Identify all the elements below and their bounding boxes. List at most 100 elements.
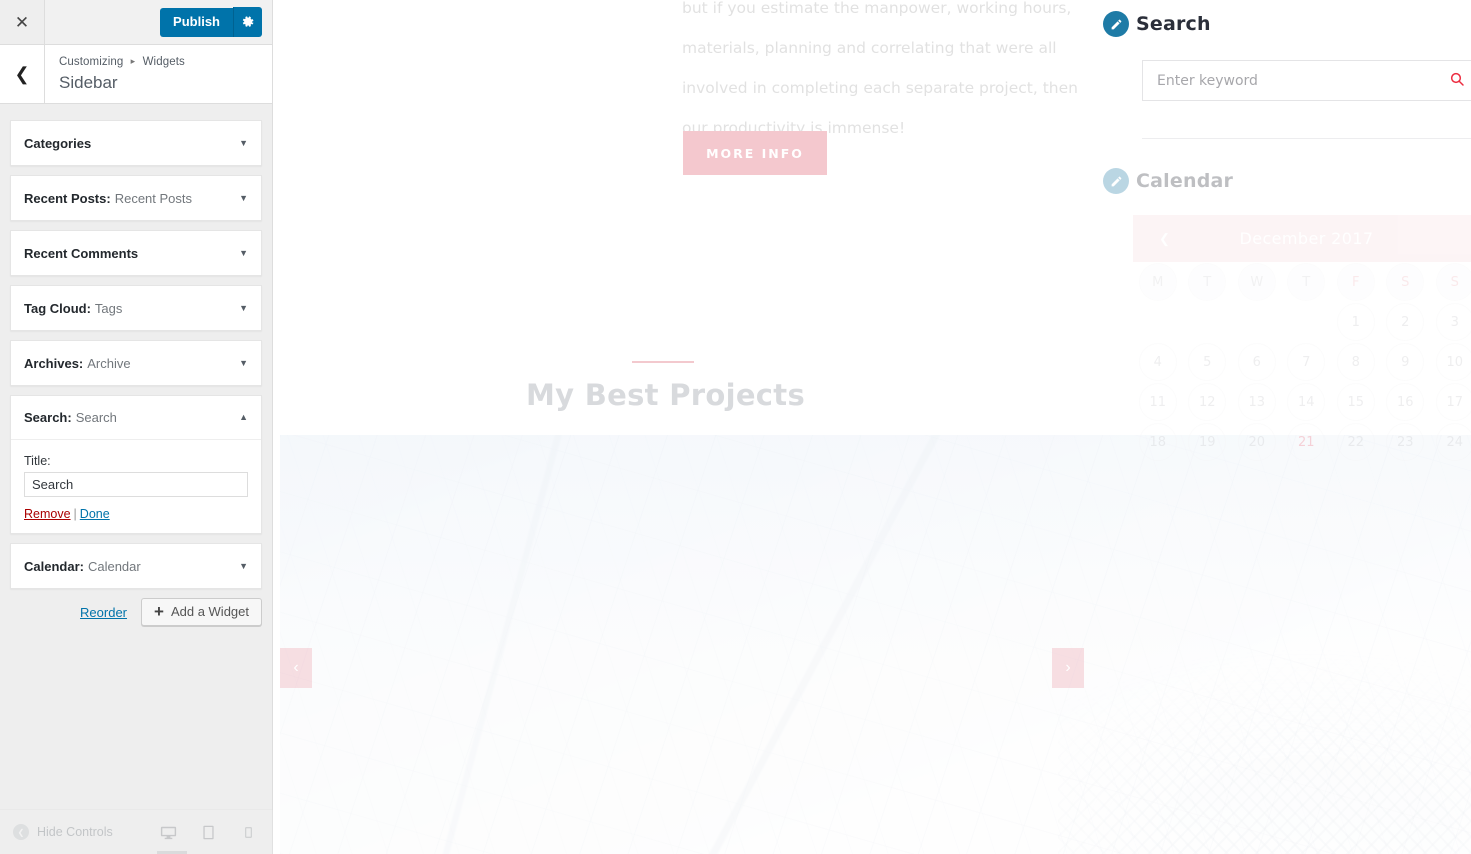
calendar-day-cell[interactable]: 17 <box>1430 382 1471 422</box>
calendar-day-cell[interactable]: 3 <box>1430 302 1471 342</box>
calendar-day-cell[interactable]: 6 <box>1232 342 1282 382</box>
calendar-day-cell[interactable]: 12 <box>1183 382 1233 422</box>
widget-title: Search: <box>24 410 72 425</box>
calendar-day-cell[interactable]: 1 <box>1331 302 1381 342</box>
calendar-table: ❮ December 2017 M T W T F S S 1 2 3 4 5 6 7 8 9 10 11 12 13… <box>1133 215 1471 462</box>
calendar-day-cell[interactable]: 13 <box>1232 382 1282 422</box>
hide-controls-button[interactable]: ❮ Hide Controls <box>0 824 113 840</box>
calendar-day-cell[interactable]: 22 <box>1331 422 1381 462</box>
widget-title: Tag Cloud: <box>24 300 91 316</box>
widget-title-field-label: Title: <box>24 454 51 468</box>
calendar-day-cell[interactable]: 2 <box>1381 302 1431 342</box>
widget-done-link[interactable]: Done <box>80 507 110 521</box>
chevron-left-icon[interactable]: ❮ <box>0 45 45 103</box>
widget-item: Archives: Archive ▼ <box>10 340 262 386</box>
calendar-day-header: F <box>1331 262 1381 302</box>
desktop-icon[interactable] <box>157 821 187 854</box>
hero-paragraph: but if you estimate the manpower, workin… <box>682 0 1078 137</box>
preview-calendar-widget: Calendar ❮ December 2017 MTWTFSS12345678… <box>1103 168 1471 461</box>
breadcrumb-root: Customizing <box>59 56 124 68</box>
calendar-day-cell[interactable]: 24 <box>1430 422 1471 462</box>
calendar-day-cell[interactable]: 16 <box>1381 382 1431 422</box>
calendar-day-cell[interactable]: 10 <box>1430 342 1471 382</box>
panel-titles: Customizing ▸ Widgets Sidebar <box>45 45 185 103</box>
calendar-day-cell[interactable]: 19 <box>1183 422 1233 462</box>
widget-item: Recent Comments ▼ <box>10 230 262 276</box>
chevron-down-icon[interactable]: ▼ <box>239 138 248 148</box>
search-submit-button[interactable] <box>1443 71 1471 90</box>
widget-header[interactable]: Categories ▼ <box>11 121 261 165</box>
breadcrumb-section[interactable]: Widgets <box>143 56 185 68</box>
mobile-icon[interactable] <box>237 821 259 843</box>
calendar-day-cell[interactable]: 7 <box>1282 342 1332 382</box>
close-icon[interactable]: ✕ <box>0 0 45 44</box>
edit-pencil-icon[interactable] <box>1103 11 1129 37</box>
chevron-up-icon[interactable]: ▲ <box>239 413 248 422</box>
chevron-left-circle-icon: ❮ <box>13 824 29 840</box>
chevron-down-icon[interactable]: ▼ <box>239 248 248 258</box>
widget-title: Categories <box>24 135 92 151</box>
breadcrumb: Customizing ▸ Widgets <box>59 54 185 70</box>
carousel-next-button[interactable]: › <box>1052 648 1084 688</box>
preview-search-form <box>1142 60 1471 101</box>
widget-list: Categories ▼ Recent Posts: Recent Posts ▼ Rec… <box>0 105 272 854</box>
chevron-down-icon[interactable]: ▼ <box>239 561 248 571</box>
widget-instance-title: Recent Posts <box>114 190 193 206</box>
section-divider <box>632 361 694 363</box>
calendar-empty-cell <box>1183 302 1233 342</box>
widget-item: Search:Search ▲ Title: Remove|Done <box>10 395 262 534</box>
calendar-day-today[interactable]: 21 <box>1282 422 1332 462</box>
calendar-empty-cell <box>1282 302 1332 342</box>
widget-header[interactable]: Search: Search ▲ <box>11 396 261 440</box>
search-icon <box>1449 71 1465 90</box>
calendar-day-cell[interactable]: 8 <box>1331 342 1381 382</box>
calendar-day-cell[interactable]: 4 <box>1133 342 1183 382</box>
add-widget-label: Add a Widget <box>170 604 249 619</box>
customizer-sidebar: ✕ Publish ❮ Customizing ▸ Widgets Sideba… <box>0 0 273 854</box>
customizer-top-bar: ✕ Publish <box>0 0 272 45</box>
widget-instance-title: Search <box>75 410 117 425</box>
publish-button[interactable]: Publish <box>160 7 233 37</box>
preview-widget-separator <box>1142 138 1471 139</box>
widget-header[interactable]: Archives: Archive ▼ <box>11 341 261 385</box>
calendar-day-cell[interactable]: 9 <box>1381 342 1431 382</box>
widget-title: Archives: <box>24 355 84 371</box>
projects-section-title: My Best Projects <box>525 378 806 412</box>
widget-instance-title: Calendar <box>87 558 141 574</box>
widget-item: Recent Posts: Recent Posts ▼ <box>10 175 262 221</box>
calendar-day-cell[interactable]: 15 <box>1331 382 1381 422</box>
customizer-screen: but if you estimate the manpower, workin… <box>0 0 1471 854</box>
more-info-button[interactable]: MORE INFO <box>683 131 827 175</box>
chevron-down-icon[interactable]: ▼ <box>239 303 248 313</box>
add-widget-button[interactable]: + Add a Widget <box>141 598 262 626</box>
tablet-icon[interactable] <box>197 821 219 843</box>
widget-remove-link[interactable]: Remove <box>24 507 71 521</box>
gear-icon[interactable] <box>233 7 262 37</box>
reorder-link[interactable]: Reorder <box>80 605 127 620</box>
calendar-day-cell[interactable]: 20 <box>1232 422 1282 462</box>
chevron-down-icon[interactable]: ▼ <box>239 193 248 203</box>
widget-header[interactable]: Recent Posts: Recent Posts ▼ <box>11 176 261 220</box>
calendar-prev-month-button[interactable]: ❮ <box>1159 231 1170 247</box>
calendar-day-header: M <box>1133 262 1183 302</box>
widget-header[interactable]: Recent Comments ▼ <box>11 231 261 275</box>
calendar-empty-cell <box>1133 302 1183 342</box>
calendar-day-cell[interactable]: 11 <box>1133 382 1183 422</box>
calendar-day-cell[interactable]: 18 <box>1133 422 1183 462</box>
calendar-day-header: T <box>1183 262 1233 302</box>
widget-title-input[interactable] <box>24 472 248 497</box>
edit-pencil-icon[interactable] <box>1103 168 1129 194</box>
widget-title: Recent Posts: <box>24 190 111 206</box>
calendar-day-header: S <box>1430 262 1471 302</box>
calendar-header: ❮ December 2017 <box>1133 215 1471 262</box>
search-input[interactable] <box>1143 72 1443 89</box>
carousel-prev-button[interactable]: ‹ <box>280 648 312 688</box>
page-title: Sidebar <box>59 73 118 92</box>
chevron-down-icon[interactable]: ▼ <box>239 358 248 368</box>
calendar-day-cell[interactable]: 5 <box>1183 342 1233 382</box>
calendar-day-cell[interactable]: 23 <box>1381 422 1431 462</box>
calendar-day-cell[interactable]: 14 <box>1282 382 1332 422</box>
widget-header[interactable]: Tag Cloud: Tags ▼ <box>11 286 261 330</box>
preview-search-widget-title: Search <box>1136 13 1211 35</box>
widget-header[interactable]: Calendar: Calendar ▼ <box>11 544 261 588</box>
